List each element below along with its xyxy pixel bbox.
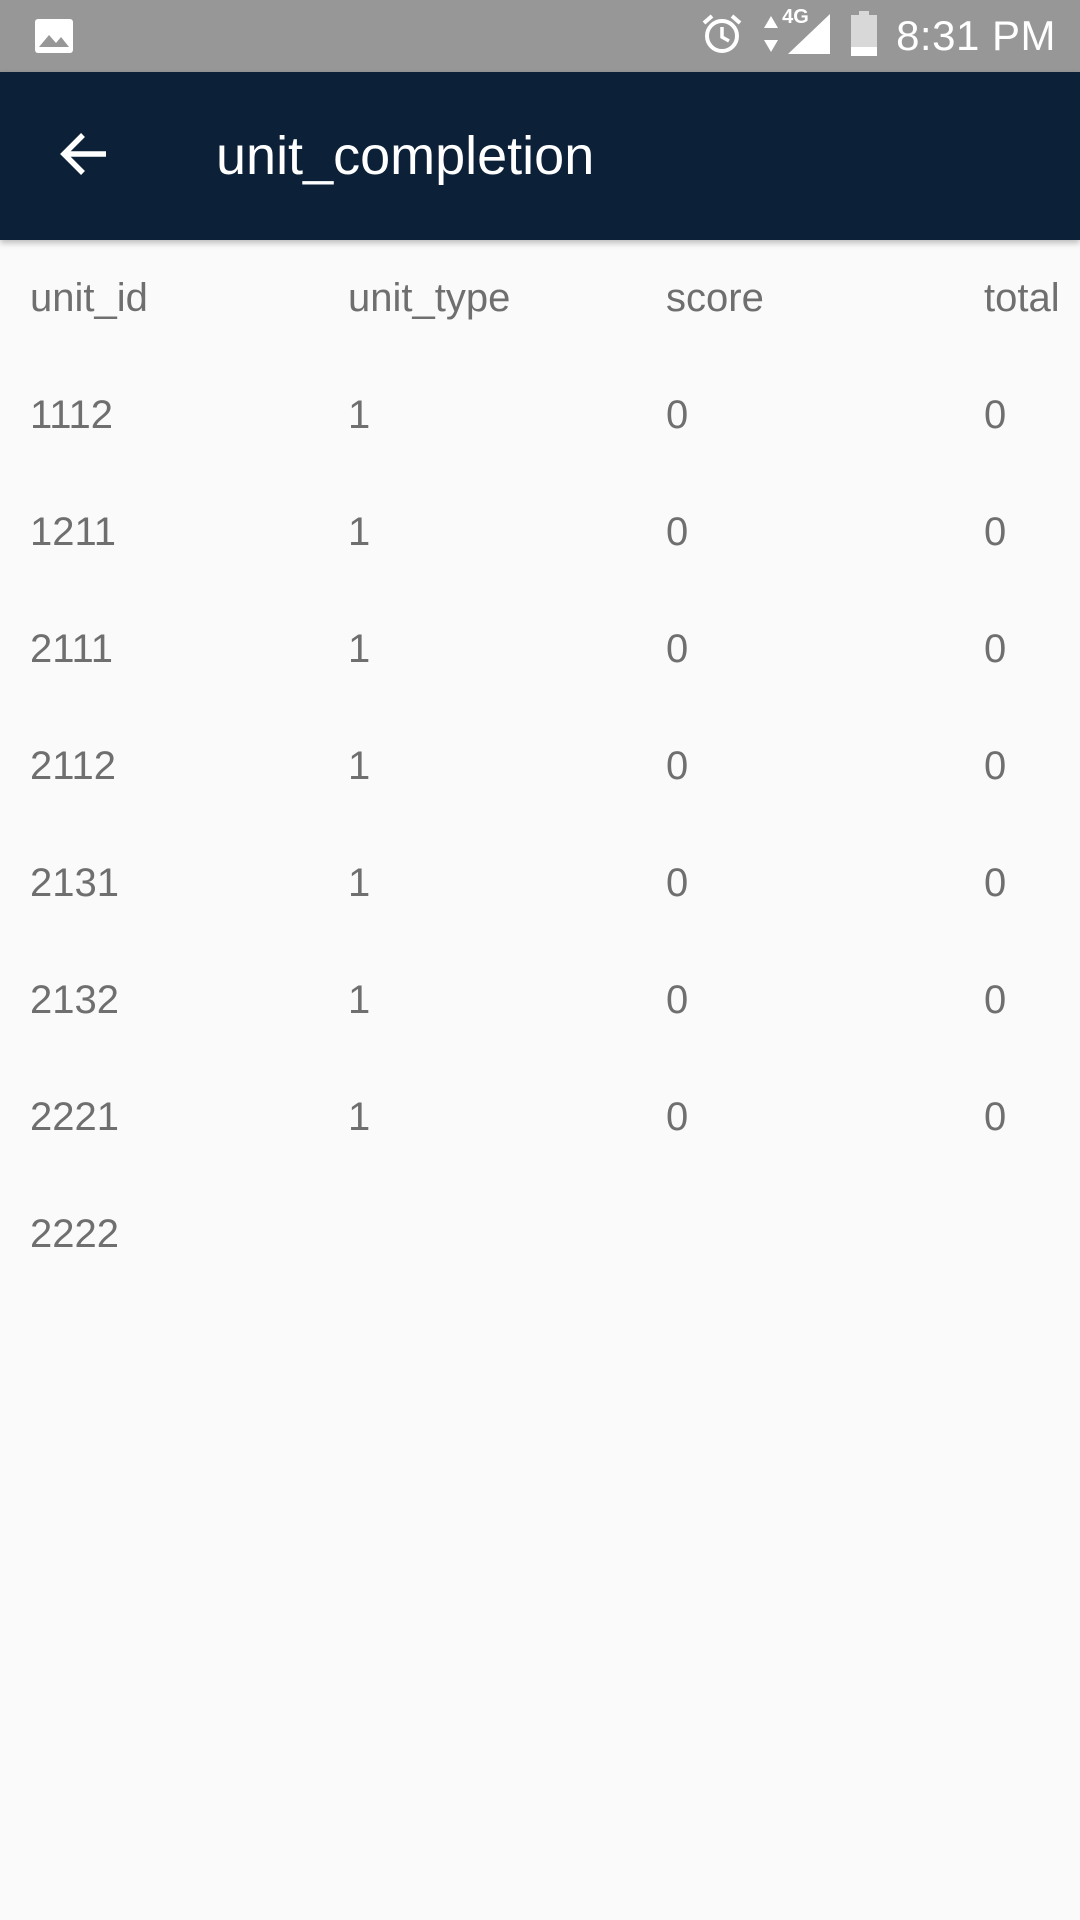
cell-unit-id: 1112	[30, 393, 114, 437]
signal-icon: 4G	[782, 6, 832, 61]
table-row[interactable]: 1211 1 0 0	[0, 474, 1080, 591]
data-table: unit_id unit_type score total 1112 1 0 0…	[0, 240, 1080, 1293]
cell-unit-type: 1	[348, 393, 371, 437]
cell-unit-type: 1	[348, 1095, 371, 1139]
table-header-row: unit_id unit_type score total	[0, 240, 1080, 357]
cell-score: 0	[666, 744, 689, 788]
app-bar: unit_completion	[0, 72, 1080, 240]
cell-score: 0	[666, 861, 689, 905]
alarm-icon	[700, 12, 744, 61]
cell-unit-id: 2111	[30, 627, 114, 671]
cell-unit-type: 1	[348, 861, 371, 905]
cell-total: 0	[984, 861, 1007, 905]
cell-unit-type: 1	[348, 978, 371, 1022]
cell-unit-id: 2112	[30, 744, 117, 788]
battery-icon	[850, 10, 878, 62]
cell-unit-id: 2132	[30, 978, 119, 1022]
image-icon	[34, 18, 74, 54]
back-button[interactable]	[50, 122, 118, 190]
status-icons: 4G 8:31 PM	[700, 0, 1056, 72]
data-arrows-icon	[762, 12, 780, 61]
cell-unit-type: 1	[348, 627, 371, 671]
cell-unit-id: 2222	[30, 1212, 119, 1256]
table-row[interactable]: 2112 1 0 0	[0, 708, 1080, 825]
cell-unit-id: 2221	[30, 1095, 119, 1139]
cell-unit-id: 1211	[30, 510, 117, 554]
cell-total: 0	[984, 627, 1007, 671]
header-score: score	[666, 276, 764, 320]
status-bar: 4G 8:31 PM	[0, 0, 1080, 72]
table-row[interactable]: 2131 1 0 0	[0, 825, 1080, 942]
cell-unit-type: 1	[348, 510, 371, 554]
cell-total: 0	[984, 510, 1007, 554]
cell-unit-id: 2131	[30, 861, 119, 905]
cell-score: 0	[666, 510, 689, 554]
table-row[interactable]: 2132 1 0 0	[0, 942, 1080, 1059]
page-title: unit_completion	[216, 126, 595, 186]
table-row[interactable]: 1112 1 0 0	[0, 357, 1080, 474]
header-total: total	[984, 276, 1060, 320]
cell-score: 0	[666, 393, 689, 437]
cell-total: 0	[984, 1095, 1007, 1139]
table-row[interactable]: 2111 1 0 0	[0, 591, 1080, 708]
table-row[interactable]: 2221 1 0 0	[0, 1059, 1080, 1176]
arrow-back-icon	[58, 128, 110, 185]
cell-score: 0	[666, 978, 689, 1022]
cell-total: 0	[984, 744, 1007, 788]
header-unit-id: unit_id	[30, 276, 148, 320]
network-label: 4G	[782, 5, 809, 28]
status-time: 8:31 PM	[896, 12, 1056, 59]
header-unit-type: unit_type	[348, 276, 511, 320]
table-row[interactable]: 2222	[0, 1176, 1080, 1293]
cell-total: 0	[984, 393, 1007, 437]
cell-unit-type: 1	[348, 744, 371, 788]
cell-score: 0	[666, 627, 689, 671]
cell-score: 0	[666, 1095, 689, 1139]
cell-total: 0	[984, 978, 1007, 1022]
